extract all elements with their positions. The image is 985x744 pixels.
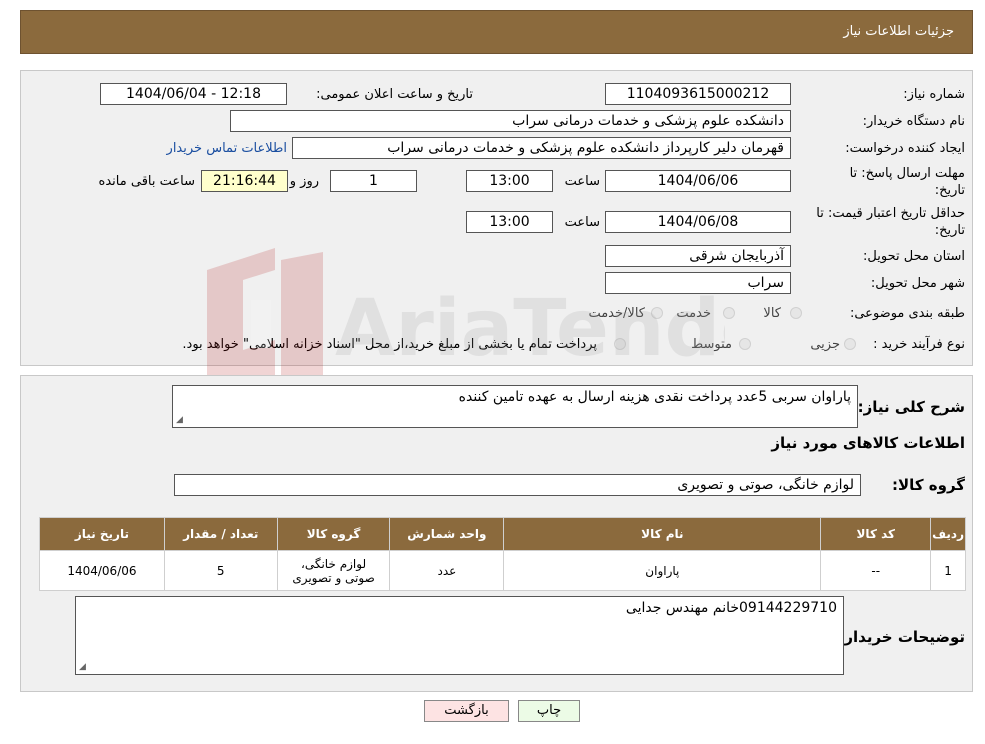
col-need-date: تاریخ نیاز <box>39 517 165 551</box>
city-field: سراب <box>605 272 791 294</box>
buyer-org-field: دانشکده علوم پزشکی و خدمات درمانی سراب <box>230 110 791 132</box>
col-unit: واحد شمارش <box>389 517 505 551</box>
category-radio-service[interactable] <box>723 307 735 319</box>
description-text: پاراوان سربی 5عدد پرداخت نقدی هزینه ارسا… <box>458 389 851 405</box>
announce-datetime-field: 1404/06/04 - 12:18 <box>100 83 287 105</box>
min-validity-label-line2: تاریخ: <box>934 223 965 238</box>
items-title: اطلاعات کالاهای مورد نیاز <box>771 434 965 452</box>
col-quantity: تعداد / مقدار <box>163 517 278 551</box>
process-note: پرداخت تمام یا بخشی از مبلغ خرید،از محل … <box>182 337 597 352</box>
category-option-goods: کالا <box>763 306 781 321</box>
cell-unit: عدد <box>389 550 505 591</box>
remaining-days-field: 1 <box>330 170 417 192</box>
group-field: لوازم خانگی، صوتی و تصویری <box>174 474 861 496</box>
process-option-partial: جزیی <box>810 337 840 352</box>
need-number-label: شماره نیاز: <box>903 87 965 102</box>
deadline-time-label: ساعت <box>564 174 600 189</box>
category-option-goods-service: کالا/خدمت <box>588 306 645 321</box>
items-table: ردیف کد کالا نام کالا واحد شمارش گروه کا… <box>39 517 966 591</box>
resize-grip-icon: ◢ <box>176 415 183 425</box>
cell-need-date: 1404/06/06 <box>39 550 165 591</box>
page-title: جزئیات اطلاعات نیاز <box>843 24 954 39</box>
cell-item-code: -- <box>820 550 932 591</box>
buyer-notes-field: 09144229710خانم مهندس جدایی ◢ <box>75 596 844 675</box>
description-label: شرح کلی نیاز: <box>857 398 965 416</box>
buyer-notes-text: 09144229710خانم مهندس جدایی <box>625 600 837 616</box>
buyer-org-label: نام دستگاه خریدار: <box>862 114 965 129</box>
city-label: شهر محل تحویل: <box>870 276 965 291</box>
cell-row-number: 1 <box>930 550 966 591</box>
back-button[interactable]: بازگشت <box>424 700 509 722</box>
table-header-row: ردیف کد کالا نام کالا واحد شمارش گروه کا… <box>39 517 966 551</box>
col-row-number: ردیف <box>930 517 966 551</box>
days-label: روز و <box>289 174 319 189</box>
province-field: آذربایجان شرقی <box>605 245 791 267</box>
cell-item-name: پاراوان <box>503 550 822 591</box>
resize-grip-icon: ◢ <box>79 662 86 672</box>
col-item-group: گروه کالا <box>276 517 391 551</box>
col-item-code: کد کالا <box>820 517 932 551</box>
creator-field: قهرمان دلیر کارپرداز دانشکده علوم پزشکی … <box>292 137 791 159</box>
creator-label: ایجاد کننده درخواست: <box>845 141 965 156</box>
category-radio-goods-service[interactable] <box>651 307 663 319</box>
province-label: استان محل تحویل: <box>863 249 965 264</box>
process-radio-treasury[interactable] <box>614 338 626 350</box>
min-validity-time-label: ساعت <box>564 215 600 230</box>
process-option-medium: متوسط <box>691 337 732 352</box>
table-row: 1 -- پاراوان عدد لوازم خانگی، صوتی و تصو… <box>39 550 966 591</box>
deadline-label-line1: مهلت ارسال پاسخ: تا <box>849 166 965 181</box>
print-button[interactable]: چاپ <box>518 700 580 722</box>
deadline-time-field: 13:00 <box>466 170 553 192</box>
category-option-service: خدمت <box>676 306 711 321</box>
description-field: پاراوان سربی 5عدد پرداخت نقدی هزینه ارسا… <box>172 385 858 428</box>
deadline-date-field: 1404/06/06 <box>605 170 791 192</box>
deadline-label-line2: تاریخ: <box>934 183 965 198</box>
announce-label: تاریخ و ساعت اعلان عمومی: <box>316 87 473 102</box>
page-header: جزئیات اطلاعات نیاز <box>20 10 973 54</box>
group-label: گروه کالا: <box>892 476 965 494</box>
min-validity-time-field: 13:00 <box>466 211 553 233</box>
min-validity-label-line1: حداقل تاریخ اعتبار قیمت: تا <box>816 206 965 221</box>
process-type-label: نوع فرآیند خرید : <box>873 337 965 352</box>
buyer-contact-link[interactable]: اطلاعات تماس خریدار <box>167 141 287 156</box>
cell-item-group: لوازم خانگی، صوتی و تصویری <box>276 550 391 591</box>
remaining-time-field: 21:16:44 <box>201 170 288 192</box>
need-number-field: 1104093615000212 <box>605 83 791 105</box>
cell-quantity: 5 <box>163 550 278 591</box>
process-radio-medium[interactable] <box>739 338 751 350</box>
min-validity-date-field: 1404/06/08 <box>605 211 791 233</box>
col-item-name: نام کالا <box>503 517 822 551</box>
process-radio-partial[interactable] <box>844 338 856 350</box>
buyer-notes-label: توضیحات خریدار: <box>838 628 965 646</box>
category-radio-goods[interactable] <box>790 307 802 319</box>
remaining-time-label: ساعت باقی مانده <box>98 174 195 189</box>
category-label: طبقه بندی موضوعی: <box>849 306 965 321</box>
